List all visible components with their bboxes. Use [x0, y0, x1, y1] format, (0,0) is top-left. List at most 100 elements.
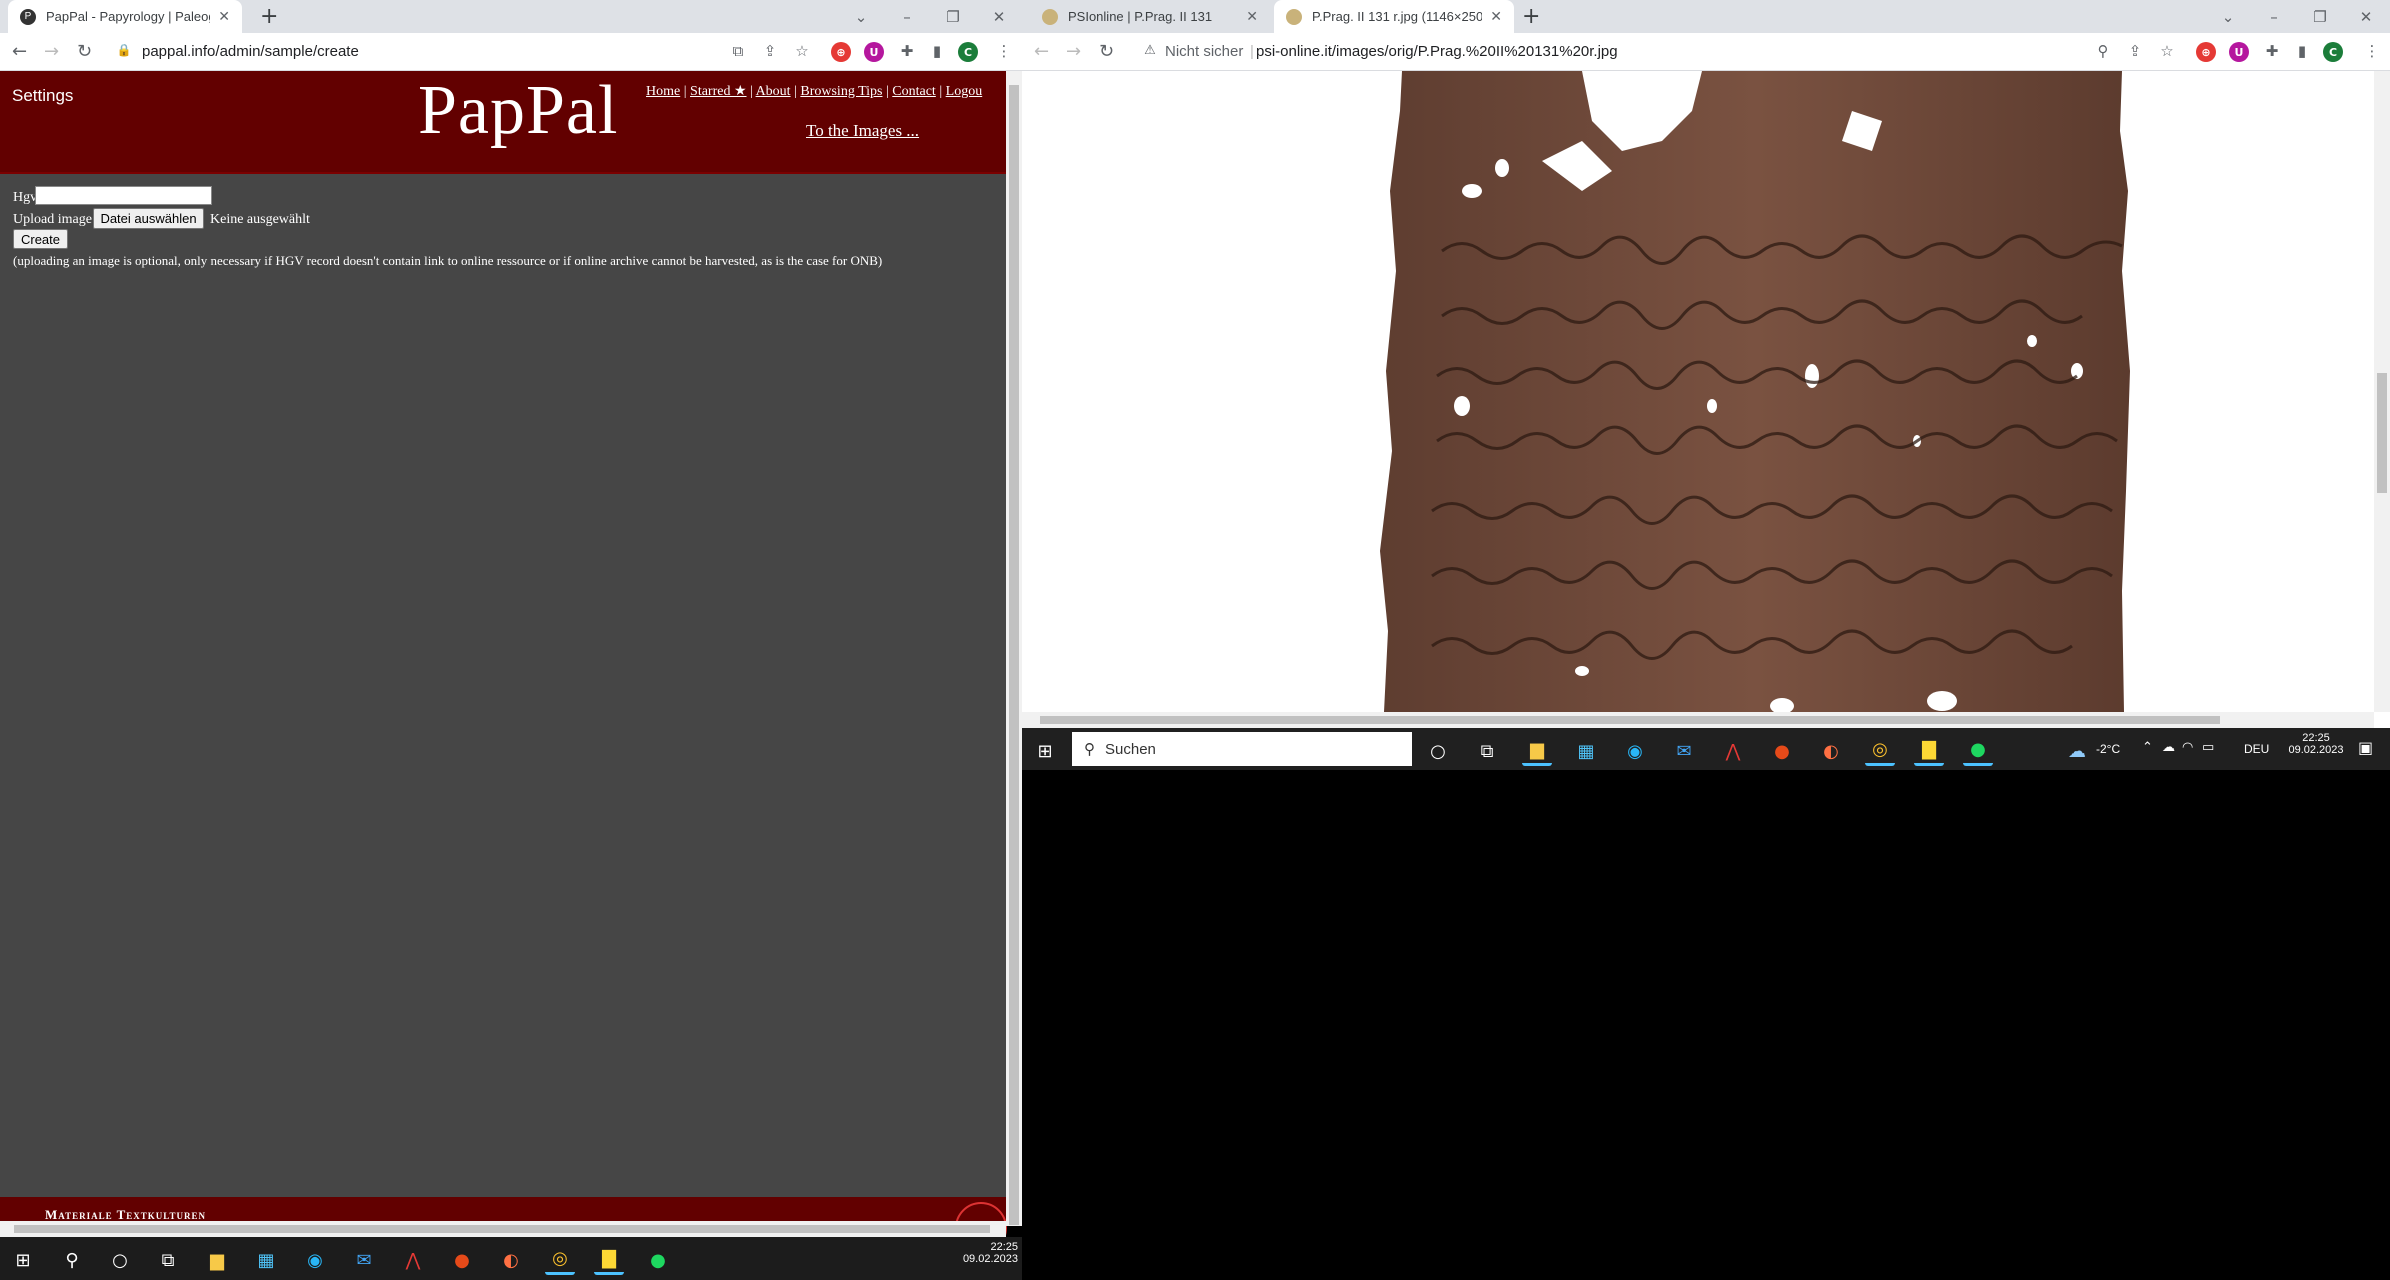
- create-button[interactable]: Create: [13, 229, 68, 249]
- close-window-icon[interactable]: ✕: [2343, 8, 2389, 26]
- restore-icon[interactable]: ❐: [2297, 8, 2343, 26]
- side-panel-icon[interactable]: ▮: [2292, 42, 2312, 62]
- tab-papyrus-image[interactable]: P.Prag. II 131 r.jpg (1146×2500) ✕: [1274, 0, 1514, 33]
- powerpoint-icon[interactable]: ●: [1767, 736, 1797, 766]
- address-bar[interactable]: pappal.info/admin/sample/create: [142, 43, 359, 60]
- mail-icon[interactable]: ✉: [1669, 736, 1699, 766]
- notification-icon[interactable]: ▣: [2358, 738, 2373, 757]
- vertical-scrollbar[interactable]: [2374, 71, 2390, 712]
- extensions-puzzle-icon[interactable]: ✚: [897, 42, 917, 62]
- choose-file-button[interactable]: Datei auswählen: [93, 208, 204, 229]
- chrome-icon[interactable]: ◎: [545, 1245, 575, 1275]
- menu-contact[interactable]: Contact: [892, 84, 936, 99]
- security-label[interactable]: Nicht sicher: [1165, 43, 1243, 60]
- minimize-icon[interactable]: –: [884, 8, 930, 26]
- profile-avatar[interactable]: C: [958, 42, 978, 62]
- menu-about[interactable]: About: [756, 84, 791, 99]
- firefox-icon[interactable]: ◐: [1816, 736, 1846, 766]
- vertical-scrollbar[interactable]: [1006, 71, 1022, 1226]
- close-tab-icon[interactable]: ✕: [1490, 8, 1502, 25]
- search-icon[interactable]: ⚲: [57, 1245, 87, 1275]
- extension-purple-icon[interactable]: U: [2229, 42, 2249, 62]
- hscroll-thumb[interactable]: [14, 1225, 990, 1233]
- tab-pappal[interactable]: P PapPal - Papyrology | Paleograph ✕: [8, 0, 242, 33]
- menu-kebab-icon[interactable]: ⋮: [2362, 42, 2382, 62]
- acrobat-icon[interactable]: ⋀: [398, 1245, 428, 1275]
- weather-temp[interactable]: -2°C: [2096, 742, 2120, 756]
- acrobat-icon[interactable]: ⋀: [1718, 736, 1748, 766]
- zoom-icon[interactable]: ⚲: [2093, 42, 2113, 62]
- settings-link[interactable]: Settings: [12, 86, 73, 106]
- onedrive-icon[interactable]: ☁: [2162, 740, 2175, 755]
- scroll-thumb[interactable]: [1009, 85, 1019, 1225]
- language-indicator[interactable]: DEU: [2244, 742, 2269, 756]
- horizontal-scrollbar[interactable]: [0, 1221, 1006, 1237]
- edge-icon[interactable]: ◉: [300, 1245, 330, 1275]
- menu-browsing-tips[interactable]: Browsing Tips: [800, 84, 882, 99]
- address-bar[interactable]: psi-online.it/images/orig/P.Prag.%20II%2…: [1256, 43, 1618, 60]
- restore-icon[interactable]: ❐: [930, 8, 976, 26]
- tab-search-icon[interactable]: ⌄: [2205, 8, 2251, 26]
- wifi-icon[interactable]: ◠: [2182, 740, 2193, 755]
- tab-search-icon[interactable]: ⌄: [838, 8, 884, 26]
- tray-chevron-icon[interactable]: ⌃: [2142, 740, 2153, 755]
- chrome-icon[interactable]: ◎: [1865, 736, 1895, 766]
- task-view-icon[interactable]: ⧉: [1472, 736, 1502, 766]
- taskbar-search-box[interactable]: ⚲ Suchen: [1072, 732, 1412, 766]
- clock[interactable]: 22:25 09.02.2023: [962, 1241, 1018, 1265]
- explorer-files-icon[interactable]: ▇: [594, 1245, 624, 1275]
- minimize-icon[interactable]: –: [2251, 8, 2297, 26]
- file-explorer-icon[interactable]: ▆: [1522, 736, 1552, 766]
- battery-icon[interactable]: ▭: [2202, 740, 2214, 755]
- store-icon[interactable]: ▦: [251, 1245, 281, 1275]
- horizontal-scrollbar[interactable]: [1022, 712, 2374, 728]
- translate-icon[interactable]: ⧉: [728, 42, 748, 62]
- store-icon[interactable]: ▦: [1571, 736, 1601, 766]
- extension-purple-icon[interactable]: U: [864, 42, 884, 62]
- menu-home[interactable]: Home: [646, 84, 680, 99]
- file-explorer-icon[interactable]: ▆: [202, 1245, 232, 1275]
- spotify-icon[interactable]: ●: [1963, 736, 1993, 766]
- cortana-icon[interactable]: ○: [1423, 736, 1453, 766]
- weather-icon[interactable]: ☁: [2062, 736, 2092, 766]
- scroll-thumb[interactable]: [2377, 373, 2387, 493]
- extension-red-icon[interactable]: ⊕: [831, 42, 851, 62]
- new-tab-icon[interactable]: +: [1522, 4, 1540, 29]
- side-panel-icon[interactable]: ▮: [927, 42, 947, 62]
- forward-icon[interactable]: →: [44, 41, 59, 62]
- menu-kebab-icon[interactable]: ⋮: [994, 42, 1014, 62]
- profile-avatar[interactable]: C: [2323, 42, 2343, 62]
- back-icon[interactable]: ←: [1034, 41, 1049, 62]
- bookmark-star-icon[interactable]: ☆: [2157, 42, 2177, 62]
- reload-icon[interactable]: ↻: [1099, 41, 1114, 62]
- explorer-files-icon[interactable]: ▇: [1914, 736, 1944, 766]
- share-icon[interactable]: ⇪: [2125, 42, 2145, 62]
- hscroll-thumb[interactable]: [1040, 716, 2220, 724]
- cortana-icon[interactable]: ○: [105, 1245, 135, 1275]
- hgv-input[interactable]: [35, 186, 212, 205]
- bookmark-star-icon[interactable]: ☆: [792, 42, 812, 62]
- extension-red-icon[interactable]: ⊕: [2196, 42, 2216, 62]
- extensions-puzzle-icon[interactable]: ✚: [2262, 42, 2282, 62]
- menu-logout[interactable]: Logou: [946, 84, 983, 99]
- windows-start-icon[interactable]: ⊞: [1030, 736, 1060, 766]
- task-view-icon[interactable]: ⧉: [153, 1245, 183, 1275]
- share-icon[interactable]: ⇪: [760, 42, 780, 62]
- spotify-icon[interactable]: ●: [643, 1245, 673, 1275]
- site-logo[interactable]: PapPal: [418, 71, 618, 151]
- edge-icon[interactable]: ◉: [1620, 736, 1650, 766]
- reload-icon[interactable]: ↻: [77, 41, 92, 62]
- close-window-icon[interactable]: ✕: [976, 8, 1022, 26]
- menu-starred[interactable]: Starred ★: [690, 84, 746, 99]
- tab-psionline[interactable]: PSIonline | P.Prag. II 131 ✕: [1030, 0, 1270, 33]
- forward-icon[interactable]: →: [1066, 41, 1081, 62]
- windows-start-icon[interactable]: ⊞: [8, 1245, 38, 1275]
- new-tab-icon[interactable]: +: [260, 4, 278, 29]
- powerpoint-icon[interactable]: ●: [447, 1245, 477, 1275]
- mail-icon[interactable]: ✉: [349, 1245, 379, 1275]
- to-images-link[interactable]: To the Images ...: [806, 121, 919, 141]
- close-tab-icon[interactable]: ✕: [218, 8, 230, 25]
- clock[interactable]: 22:25 09.02.2023: [2286, 732, 2346, 756]
- back-icon[interactable]: ←: [12, 41, 27, 62]
- close-tab-icon[interactable]: ✕: [1246, 8, 1258, 25]
